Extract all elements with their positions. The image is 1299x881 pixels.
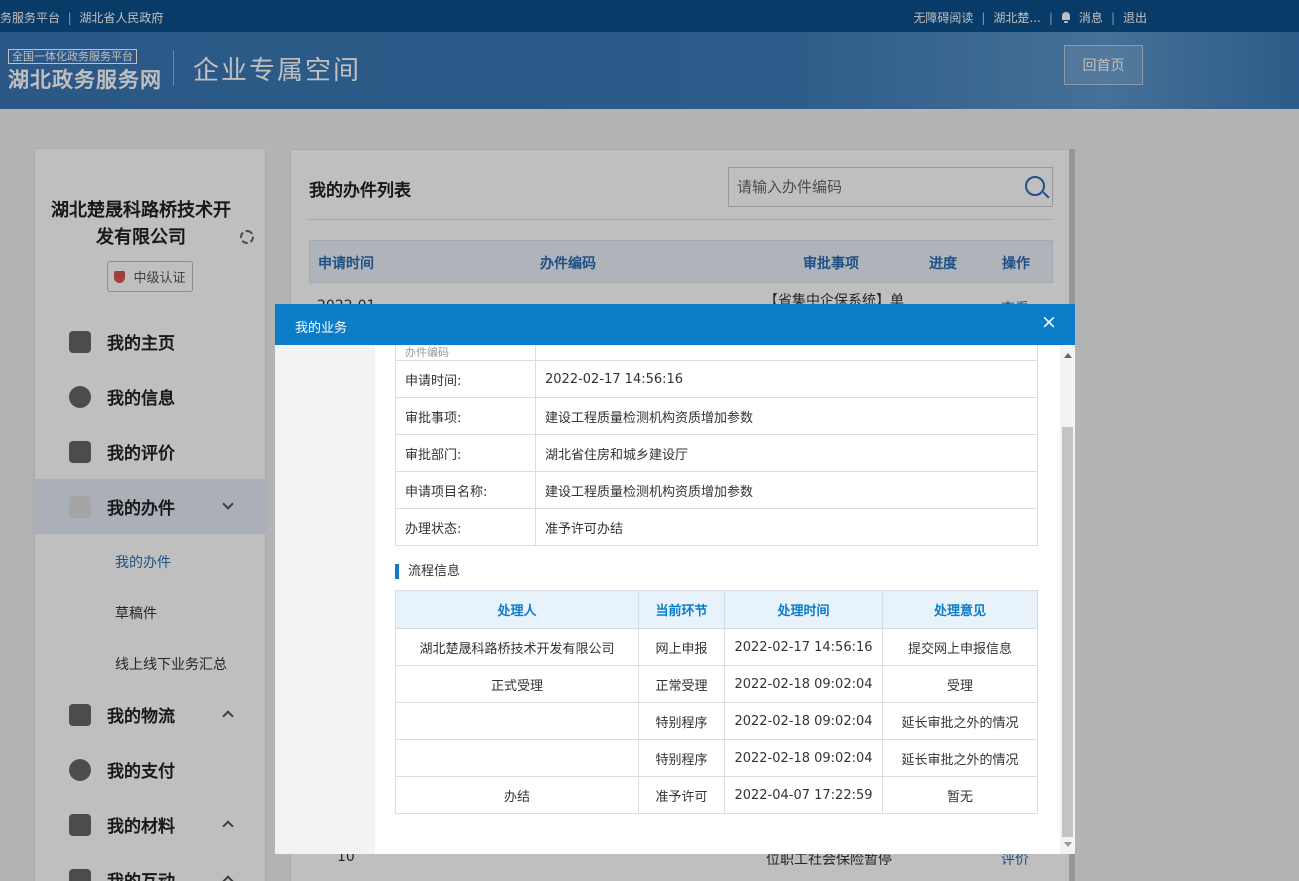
business-modal: 我的业务 × 办件编码 申请时间: 2022-02-17 14:56:16 审批… <box>275 304 1075 854</box>
table-cell: 正式受理 <box>395 665 639 703</box>
info-label: 办理状态: <box>395 508 536 546</box>
table-row: 办结 准予许可 2022-04-07 17:22:59 暂无 <box>395 776 1038 814</box>
info-label: 申请项目名称: <box>395 471 536 509</box>
table-cell <box>395 739 639 777</box>
table-row: 审批事项: 建设工程质量检测机构资质增加参数 <box>395 397 1038 435</box>
table-cell: 办结 <box>395 776 639 814</box>
case-info-table: 办件编码 申请时间: 2022-02-17 14:56:16 审批事项: 建设工… <box>395 345 1038 546</box>
table-cell: 延长审批之外的情况 <box>882 739 1038 777</box>
column-header: 处理人 <box>395 590 639 629</box>
table-cell: 暂无 <box>882 776 1038 814</box>
table-cell: 2022-02-18 09:02:04 <box>724 702 883 740</box>
table-row: 湖北楚晟科路桥技术开发有限公司 网上申报 2022-02-17 14:56:16… <box>395 628 1038 666</box>
scroll-up-icon[interactable] <box>1064 353 1072 358</box>
table-header-row: 处理人 当前环节 处理时间 处理意见 <box>395 590 1038 629</box>
table-cell: 网上申报 <box>638 628 725 666</box>
table-cell: 特别程序 <box>638 702 725 740</box>
table-cell: 2022-02-17 14:56:16 <box>724 628 883 666</box>
scroll-thumb[interactable] <box>1062 427 1073 837</box>
table-cell: 延长审批之外的情况 <box>882 702 1038 740</box>
table-cell: 2022-02-18 09:02:04 <box>724 665 883 703</box>
column-header: 当前环节 <box>638 590 725 629</box>
table-cell: 特别程序 <box>638 739 725 777</box>
table-row: 申请时间: 2022-02-17 14:56:16 <box>395 360 1038 398</box>
table-row: 正式受理 正常受理 2022-02-18 09:02:04 受理 <box>395 665 1038 703</box>
section-title: 流程信息 <box>395 564 460 579</box>
info-value: 2022-02-17 14:56:16 <box>535 360 1038 398</box>
table-cell: 受理 <box>882 665 1038 703</box>
info-label: 办件编码 <box>395 345 536 361</box>
info-label: 申请时间: <box>395 360 536 398</box>
info-label: 审批部门: <box>395 434 536 472</box>
close-icon[interactable]: × <box>1041 313 1057 332</box>
info-value: 湖北省住房和城乡建设厅 <box>535 434 1038 472</box>
info-label: 审批事项: <box>395 397 536 435</box>
modal-title: 我的业务 <box>295 321 348 336</box>
table-row: 特别程序 2022-02-18 09:02:04 延长审批之外的情况 <box>395 739 1038 777</box>
modal-scrollbar[interactable] <box>1060 345 1075 854</box>
info-value: 建设工程质量检测机构资质增加参数 <box>535 397 1038 435</box>
table-row: 办件编码 <box>395 345 1038 361</box>
table-cell: 准予许可 <box>638 776 725 814</box>
table-cell: 湖北楚晟科路桥技术开发有限公司 <box>395 628 639 666</box>
info-value <box>535 345 1038 361</box>
modal-header: 我的业务 × <box>275 304 1075 345</box>
scroll-down-icon[interactable] <box>1064 842 1072 847</box>
modal-body: 办件编码 申请时间: 2022-02-17 14:56:16 审批事项: 建设工… <box>275 345 1060 854</box>
table-row: 特别程序 2022-02-18 09:02:04 延长审批之外的情况 <box>395 702 1038 740</box>
table-row: 申请项目名称: 建设工程质量检测机构资质增加参数 <box>395 471 1038 509</box>
table-cell: 2022-02-18 09:02:04 <box>724 739 883 777</box>
table-cell <box>395 702 639 740</box>
column-header: 处理时间 <box>724 590 883 629</box>
column-header: 处理意见 <box>882 590 1038 629</box>
table-row: 审批部门: 湖北省住房和城乡建设厅 <box>395 434 1038 472</box>
flow-table: 处理人 当前环节 处理时间 处理意见 湖北楚晟科路桥技术开发有限公司 网上申报 … <box>395 590 1038 814</box>
table-cell: 提交网上申报信息 <box>882 628 1038 666</box>
table-row: 办理状态: 准予许可办结 <box>395 508 1038 546</box>
info-value: 建设工程质量检测机构资质增加参数 <box>535 471 1038 509</box>
table-cell: 2022-04-07 17:22:59 <box>724 776 883 814</box>
info-value: 准予许可办结 <box>535 508 1038 546</box>
table-cell: 正常受理 <box>638 665 725 703</box>
